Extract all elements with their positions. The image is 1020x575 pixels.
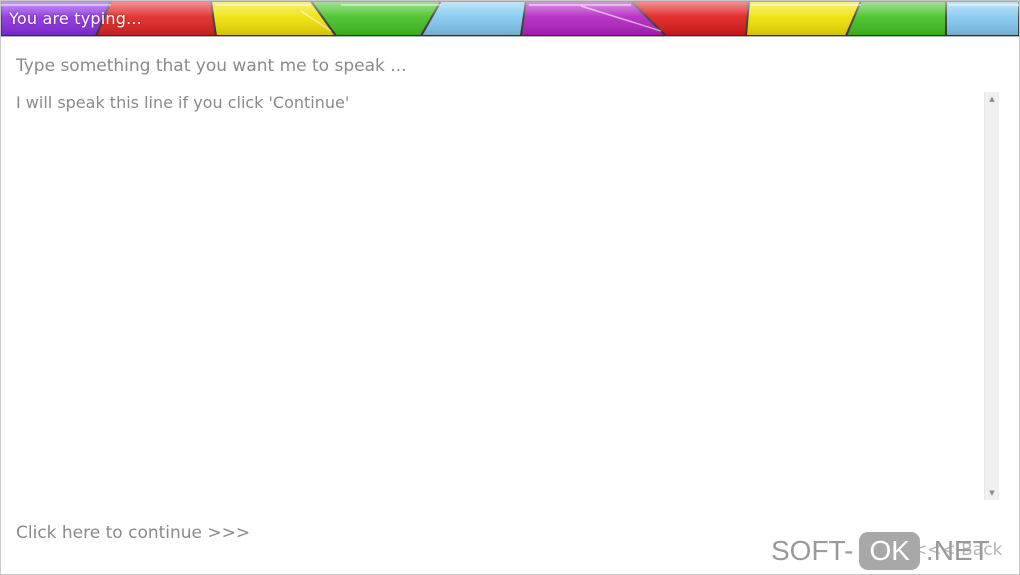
- stained-glass-banner: You are typing...: [1, 1, 1019, 37]
- watermark-logo: SOFT- OK .NET: [771, 531, 990, 571]
- speech-window: You are typing... Type something that yo…: [0, 0, 1020, 575]
- watermark-part3: .NET: [925, 535, 990, 566]
- scroll-down-icon[interactable]: ▼: [985, 486, 999, 500]
- scroll-up-icon[interactable]: ▲: [985, 92, 999, 106]
- textarea-scrollbar[interactable]: ▲ ▼: [984, 92, 999, 500]
- watermark-part2: OK: [859, 532, 920, 570]
- input-prompt: Type something that you want me to speak…: [16, 56, 407, 76]
- continue-link[interactable]: Click here to continue >>>: [16, 523, 250, 543]
- speech-textarea[interactable]: I will speak this line if you click 'Con…: [16, 91, 1001, 501]
- watermark-part1: SOFT-: [771, 535, 854, 566]
- textarea-value: I will speak this line if you click 'Con…: [16, 93, 350, 112]
- stained-glass-decoration: [1, 1, 1019, 36]
- status-title: You are typing...: [9, 9, 142, 28]
